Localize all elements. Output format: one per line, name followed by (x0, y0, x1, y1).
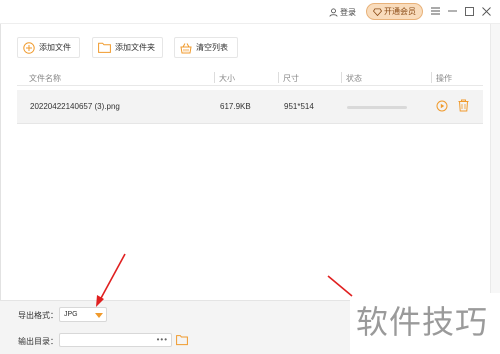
annotation-arrow-corner (327, 275, 353, 297)
progress-bar (347, 106, 407, 109)
table-row[interactable]: 20220422140657 (3).png 617.9KB 951*514 (17, 90, 483, 124)
dropdown-caret-icon (95, 313, 103, 318)
clear-list-button[interactable]: 清空列表 (174, 37, 238, 58)
column-header-status[interactable]: 状态 (346, 73, 362, 84)
vertical-scrollbar[interactable] (490, 24, 500, 301)
add-folder-label: 添加文件夹 (115, 43, 155, 52)
column-separator (341, 72, 342, 83)
user-icon (329, 7, 338, 17)
vip-label: 开通会员 (384, 7, 416, 16)
add-file-label: 添加文件 (39, 43, 71, 52)
trash-icon[interactable] (458, 99, 469, 112)
minimize-icon[interactable] (446, 5, 458, 17)
header-divider (17, 85, 483, 86)
basket-icon (180, 42, 192, 53)
browse-dots-button[interactable]: ••• (157, 335, 168, 344)
add-folder-button[interactable]: 添加文件夹 (92, 37, 163, 58)
column-separator (278, 72, 279, 83)
clear-list-label: 清空列表 (196, 43, 228, 52)
vip-button[interactable]: 开通会员 (366, 3, 423, 20)
login-button[interactable]: 登录 (329, 5, 356, 19)
output-dir-label: 输出目录： (18, 337, 58, 346)
output-dir-input[interactable]: ••• (59, 333, 172, 347)
file-size-cell: 617.9KB (220, 102, 251, 111)
file-dimensions-cell: 951*514 (284, 102, 314, 111)
plus-circle-icon (23, 41, 35, 54)
format-value: JPG (64, 311, 78, 318)
login-label: 登录 (340, 7, 356, 17)
watermark: 软件技巧 (350, 293, 500, 354)
column-header-name[interactable]: 文件名称 (29, 73, 61, 84)
column-separator (214, 72, 215, 83)
format-select[interactable]: JPG (59, 307, 107, 322)
diamond-icon (373, 7, 382, 16)
column-header-actions: 操作 (436, 74, 452, 83)
play-icon[interactable] (436, 100, 448, 112)
add-file-button[interactable]: 添加文件 (17, 37, 80, 58)
menu-icon[interactable] (429, 5, 441, 17)
close-icon[interactable] (480, 5, 492, 17)
open-folder-icon[interactable] (176, 334, 188, 346)
maximize-icon[interactable] (463, 5, 475, 17)
title-bar: 登录 开通会员 (0, 0, 500, 24)
watermark-text: 软件技巧 (356, 303, 489, 341)
file-name-cell: 20220422140657 (3).png (30, 102, 120, 111)
annotation-arrow-format (99, 253, 126, 301)
column-header-size[interactable]: 大小 (219, 73, 235, 84)
column-separator (431, 72, 432, 83)
folder-icon (98, 42, 111, 53)
column-header-dimensions[interactable]: 尺寸 (283, 73, 299, 84)
format-label: 导出格式： (18, 311, 58, 320)
